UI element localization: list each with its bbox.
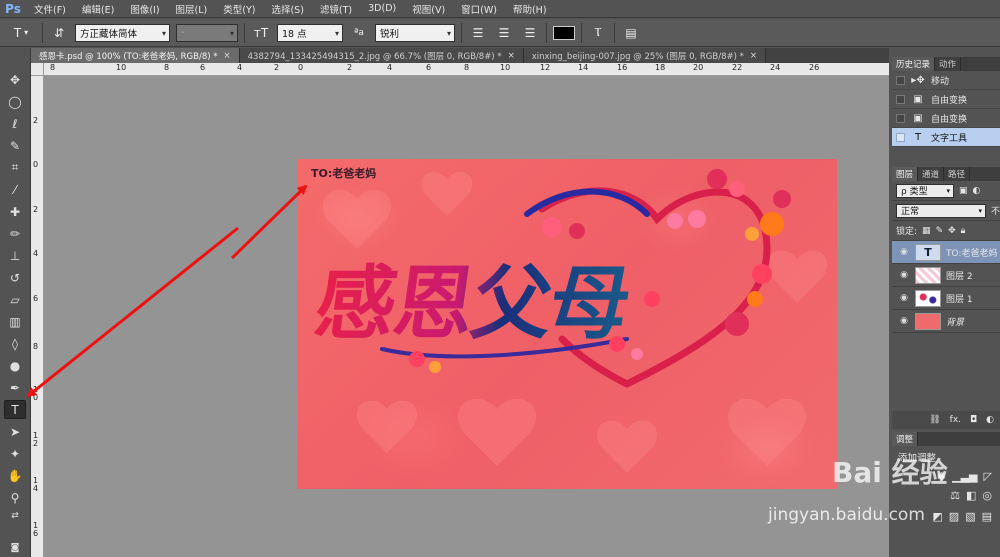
posterize-icon[interactable]: ▨ [949, 510, 959, 523]
adjustment-layer-icon[interactable]: ◐ [986, 415, 994, 425]
lock-row: 锁定: ▦ ✎ ✥ 🔒︎ [892, 221, 1000, 241]
brightness-icon[interactable]: ✺ [937, 470, 946, 483]
tab-actions[interactable]: 动作 [935, 57, 962, 71]
blend-mode-row: 正常 ▾ 不 [892, 201, 1000, 221]
adjustment-icons-row-2: ⚖ ◧ ◎ [892, 485, 1000, 506]
layers-footer: ⛓ fx. ◘ ◐ [892, 411, 1000, 429]
layer-thumbnail [915, 289, 941, 307]
filter-image-icon[interactable]: ▣ [959, 186, 968, 196]
layer-thumbnail [915, 312, 941, 330]
layers-panel: 图层 通道 路径 ρ 类型 ▾ ▣ ◐ 正常 ▾ 不 锁定: ▦ ✎ ✥ 🔒︎ … [892, 167, 1000, 429]
lock-transparency-icon[interactable]: ▦ [922, 226, 931, 236]
history-panel-tabs: 历史记录 动作 [892, 57, 1000, 71]
adjustments-tabs: 调整 [892, 432, 1000, 446]
layer-name: 背景 [946, 317, 965, 328]
history-snapshot-checkbox[interactable] [896, 94, 905, 104]
history-item[interactable]: T 文字工具 [892, 128, 1000, 147]
color-balance-icon[interactable]: ⚖ [950, 489, 960, 502]
history-panel: 历史记录 动作 ▸✥ 移动 ▣ 自由变换 ▣ 自由变换 T 文字工具 [892, 57, 1000, 152]
gradient-map-icon[interactable]: ▤ [982, 510, 992, 523]
layer-row-background[interactable]: ◉ 背景 [892, 310, 1000, 333]
layer-filter-select[interactable]: ρ 类型 ▾ [896, 183, 954, 198]
layer-filter-value: ρ 类型 [901, 187, 928, 197]
adjustment-icons-row-3: ◩ ▨ ▧ ▤ [892, 506, 1000, 527]
tab-paths[interactable]: 路径 [944, 167, 971, 181]
history-snapshot-checkbox[interactable] [896, 132, 905, 142]
chevron-down-icon: ▾ [946, 186, 950, 195]
type-icon: T [914, 131, 922, 143]
history-item[interactable]: ▣ 自由变换 [892, 90, 1000, 109]
eye-icon[interactable]: ◉ [898, 247, 910, 257]
chevron-down-icon: ▾ [978, 206, 982, 215]
blend-mode-value: 正常 [901, 207, 920, 217]
layer-name: 图层 2 [946, 271, 973, 282]
history-item-label: 自由变换 [931, 95, 968, 106]
lock-label: 锁定: [896, 227, 918, 237]
black-white-icon[interactable]: ◧ [966, 489, 976, 502]
blend-mode-select[interactable]: 正常 ▾ [896, 203, 986, 218]
history-item-label: 文字工具 [931, 133, 968, 144]
history-item-label: 自由变换 [931, 114, 968, 125]
lock-all-icon[interactable]: 🔒︎ [961, 226, 966, 236]
opacity-label: 不 [990, 207, 1000, 217]
link-layers-icon[interactable]: ⛓ [929, 415, 940, 425]
invert-icon[interactable]: ◩ [932, 510, 942, 523]
history-snapshot-checkbox[interactable] [896, 75, 905, 85]
transform-icon: ▣ [913, 112, 923, 124]
move-icon: ▸✥ [911, 74, 925, 86]
adjustments-panel: 调整 添加调整 ✺ ▁▃▅ ◸ ⚖ ◧ ◎ ◩ ▨ ▧ ▤ [892, 432, 1000, 557]
history-item[interactable]: ▸✥ 移动 [892, 71, 1000, 90]
layer-row-2[interactable]: ◉ 图层 2 [892, 264, 1000, 287]
layer-row-1[interactable]: ◉ 图层 1 [892, 287, 1000, 310]
photo-filter-icon[interactable]: ◎ [982, 489, 992, 502]
curves-icon[interactable]: ◸ [984, 470, 992, 483]
tab-adjustments[interactable]: 调整 [892, 432, 919, 446]
layer-thumbnail [915, 266, 941, 284]
arrow-to-type-tool [26, 226, 239, 398]
history-snapshot-checkbox[interactable] [896, 113, 905, 123]
layer-name: 图层 1 [946, 294, 973, 305]
transform-icon: ▣ [913, 93, 923, 105]
arrow-to-text [230, 184, 308, 260]
layer-filter-row: ρ 类型 ▾ ▣ ◐ [892, 181, 1000, 201]
tab-channels[interactable]: 通道 [918, 167, 945, 181]
adjustment-icons-row-1: ✺ ▁▃▅ ◸ [892, 468, 1000, 485]
lock-position-icon[interactable]: ✥ [948, 226, 956, 236]
lock-pixels-icon[interactable]: ✎ [936, 226, 944, 236]
tab-history[interactable]: 历史记录 [892, 57, 936, 71]
eye-icon[interactable]: ◉ [898, 316, 910, 326]
history-item-label: 移动 [931, 76, 950, 87]
eye-icon[interactable]: ◉ [898, 270, 910, 280]
add-mask-icon[interactable]: ◘ [970, 415, 977, 425]
layer-thumbnail-text: T [915, 243, 941, 261]
adjustments-title: 添加调整 [898, 453, 937, 464]
fx-icon[interactable]: fx. [950, 415, 961, 425]
eye-icon[interactable]: ◉ [898, 293, 910, 303]
annotation-arrows [26, 184, 308, 398]
tab-layers[interactable]: 图层 [892, 167, 919, 181]
layer-row-text[interactable]: ◉ T TO:老爸老妈 [892, 241, 1000, 264]
filter-adjust-icon[interactable]: ◐ [973, 186, 981, 196]
levels-icon[interactable]: ▁▃▅ [952, 470, 977, 483]
layer-name: TO:老爸老妈 [946, 248, 998, 259]
layers-panel-tabs: 图层 通道 路径 [892, 167, 1000, 181]
threshold-icon[interactable]: ▧ [965, 510, 975, 523]
history-item[interactable]: ▣ 自由变换 [892, 109, 1000, 128]
